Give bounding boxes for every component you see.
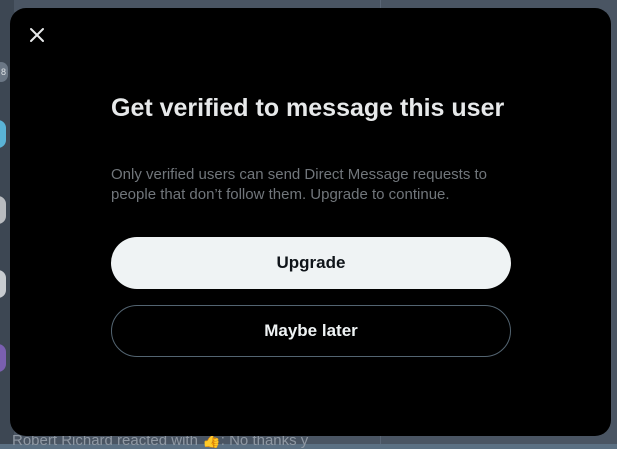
verification-dialog: Get verified to message this user Only v… (10, 8, 611, 436)
close-icon (30, 28, 44, 42)
dialog-title: Get verified to message this user (111, 94, 505, 122)
dialog-description: Only verified users can send Direct Mess… (111, 166, 488, 203)
close-button[interactable] (22, 20, 52, 50)
maybe-later-button[interactable]: Maybe later (111, 305, 511, 357)
maybe-later-button-label: Maybe later (264, 321, 358, 340)
upgrade-button-label: Upgrade (276, 253, 346, 272)
upgrade-button[interactable]: Upgrade (111, 237, 511, 289)
